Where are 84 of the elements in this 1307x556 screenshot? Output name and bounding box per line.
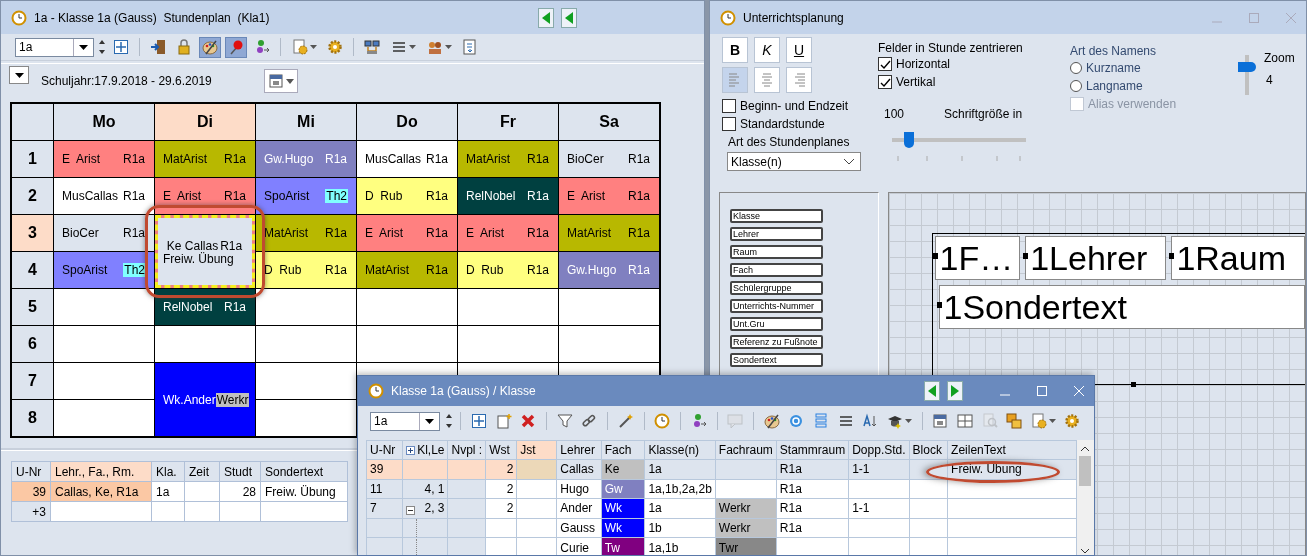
lesson-subject: SpoArist bbox=[264, 189, 310, 203]
period-header: 7 bbox=[12, 363, 53, 399]
day-header: Mi bbox=[256, 104, 356, 140]
lesson-subject: SpoArist bbox=[62, 263, 108, 277]
lesson-subject: MatArist bbox=[365, 263, 409, 277]
lesson-room: R1a bbox=[122, 152, 146, 166]
zoom-reading: 4 bbox=[1265, 73, 1274, 87]
lesson-subject: E Arist bbox=[163, 189, 201, 203]
lesson-subject: D Rub bbox=[264, 263, 302, 277]
lesson-room: R1a bbox=[526, 189, 550, 203]
lesson-subject: Gw.Hugo bbox=[567, 263, 617, 277]
lesson-subject: MusCallas bbox=[62, 189, 118, 203]
lesson-subject: MatArist bbox=[264, 226, 308, 240]
lesson-room: Th2 bbox=[123, 263, 146, 277]
lesson-room: Werkr bbox=[215, 392, 250, 407]
lesson-subject: E Arist bbox=[62, 152, 100, 166]
lesson-subject: D Rub bbox=[365, 189, 403, 203]
lesson-room: R1a bbox=[324, 263, 348, 277]
school-year-label: Schuljahr:17.9.2018 - 29.6.2019 bbox=[41, 74, 212, 88]
lesson-subject: D Rub bbox=[466, 263, 504, 277]
group-label: Art des Namens bbox=[1070, 44, 1158, 58]
group-label: Felder in Stunde zentrieren bbox=[878, 41, 1024, 55]
lesson-room: R1a bbox=[220, 238, 244, 253]
lesson-subject: E Arist bbox=[365, 226, 403, 240]
window-title: Unterrichtsplanung bbox=[743, 10, 844, 25]
lesson-subject: BioCer bbox=[62, 226, 99, 240]
lesson-room: R1a bbox=[526, 152, 550, 166]
lesson-room: R1a bbox=[627, 263, 651, 277]
table-cell: 7 bbox=[366, 498, 403, 519]
day-header: Di bbox=[155, 104, 255, 140]
period-header: 2 bbox=[12, 178, 53, 214]
lesson-subject: MatArist bbox=[567, 226, 611, 240]
lesson-subject: E Arist bbox=[466, 226, 504, 240]
table-cell: 39 bbox=[366, 459, 403, 480]
lesson-room: R1a bbox=[627, 152, 651, 166]
field-label: Art des Stundenplanes bbox=[728, 135, 851, 149]
lesson-room: R1a bbox=[324, 152, 348, 166]
lesson-room: R1a bbox=[526, 263, 550, 277]
window-title: Klasse 1a (Gauss) / Klasse bbox=[391, 384, 536, 398]
table-cell: +3 bbox=[11, 501, 51, 522]
lesson-room: R1a bbox=[122, 189, 146, 203]
lesson-room: R1a bbox=[425, 152, 449, 166]
lesson-room: R1a bbox=[425, 263, 449, 277]
lesson-subject: BioCer bbox=[567, 152, 604, 166]
day-header: Do bbox=[357, 104, 457, 140]
lesson-room: Th2 bbox=[325, 189, 348, 203]
lesson-room: R1a bbox=[425, 189, 449, 203]
lesson-room: R1a bbox=[627, 226, 651, 240]
lesson-room: R1a bbox=[425, 226, 449, 240]
lesson-subject: Wk.Ander bbox=[163, 392, 216, 407]
period-header: 3 bbox=[12, 215, 53, 251]
font-size-reading: 100 bbox=[884, 107, 905, 121]
day-header: Sa bbox=[559, 104, 659, 140]
table-cell: 1a bbox=[151, 481, 185, 502]
period-header: 6 bbox=[12, 326, 53, 362]
lesson-note: Freiw. Übung bbox=[163, 252, 235, 265]
period-header: 5 bbox=[12, 289, 53, 325]
lesson-subject: E Arist bbox=[567, 189, 605, 203]
lesson-room: R1a bbox=[223, 152, 247, 166]
table-cell: Freiw. Übung bbox=[260, 481, 348, 502]
lesson-subject: Ke Callas bbox=[166, 238, 219, 253]
table-cell: 11 bbox=[366, 479, 403, 499]
lesson-subject: MatArist bbox=[163, 152, 207, 166]
lesson-subject: MatArist bbox=[466, 152, 510, 166]
field-label: Schriftgröße in bbox=[944, 107, 1023, 121]
table-cell: 28 bbox=[219, 481, 261, 502]
table-cell: 39 bbox=[11, 481, 51, 502]
lesson-room: R1a bbox=[223, 300, 247, 314]
zoom-label: Zoom bbox=[1264, 51, 1295, 65]
lesson-room: R1a bbox=[122, 226, 146, 240]
window-title: 1a - Klasse 1a (Gauss) Stundenplan (Kla1) bbox=[34, 10, 270, 25]
lesson-room: R1a bbox=[223, 189, 247, 203]
lesson-room: R1a bbox=[324, 226, 348, 240]
lesson-subject: Gw.Hugo bbox=[264, 152, 314, 166]
lesson-room: R1a bbox=[526, 226, 550, 240]
period-header: 1 bbox=[12, 141, 53, 177]
day-header: Mo bbox=[54, 104, 154, 140]
lesson-subject: MusCallas bbox=[365, 152, 421, 166]
period-header: 8 bbox=[12, 400, 53, 436]
lesson-subject: RelNobel bbox=[163, 300, 213, 314]
day-header: Fr bbox=[458, 104, 558, 140]
lesson-subject: RelNobel bbox=[466, 189, 516, 203]
lesson-room: R1a bbox=[627, 189, 651, 203]
period-header: 4 bbox=[12, 252, 53, 288]
